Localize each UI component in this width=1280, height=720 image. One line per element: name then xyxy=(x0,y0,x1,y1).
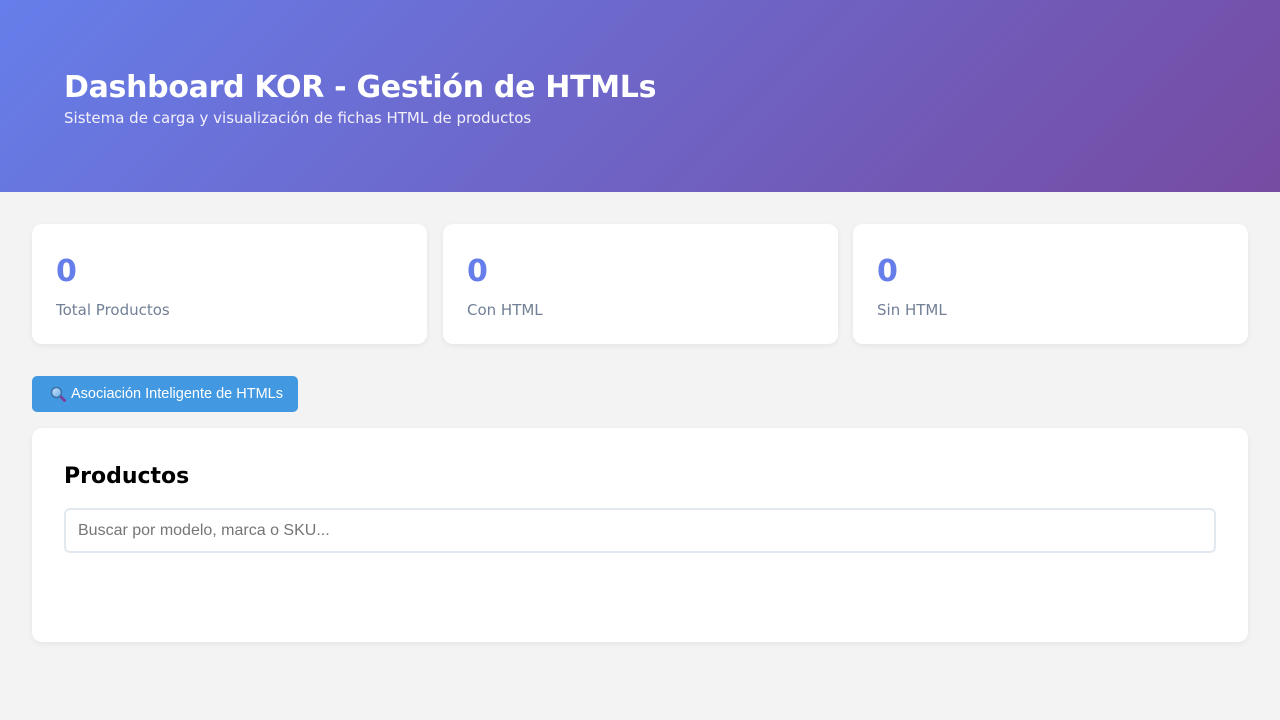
stat-value: 0 xyxy=(56,254,77,289)
products-title: Productos xyxy=(64,464,190,489)
stat-label: Con HTML xyxy=(467,301,543,319)
stat-card-total-products: 0 Total Productos xyxy=(32,224,427,344)
stat-value: 0 xyxy=(467,254,488,289)
stat-label: Total Productos xyxy=(56,301,170,319)
page-subtitle: Sistema de carga y visualización de fich… xyxy=(64,109,532,127)
search-input[interactable] xyxy=(64,508,1216,553)
page-title: Dashboard KOR - Gestión de HTMLs xyxy=(64,70,657,105)
smart-association-button-label: Asociación Inteligente de HTMLs xyxy=(71,386,283,402)
stat-value: 0 xyxy=(877,254,898,289)
stat-card-with-html: 0 Con HTML xyxy=(443,224,838,344)
magnifier-icon xyxy=(50,386,66,402)
products-panel: Productos xyxy=(32,428,1248,642)
smart-association-button[interactable]: Asociación Inteligente de HTMLs xyxy=(32,376,298,412)
stat-label: Sin HTML xyxy=(877,301,947,319)
stat-card-without-html: 0 Sin HTML xyxy=(853,224,1248,344)
page-header: Dashboard KOR - Gestión de HTMLs Sistema… xyxy=(0,0,1280,192)
